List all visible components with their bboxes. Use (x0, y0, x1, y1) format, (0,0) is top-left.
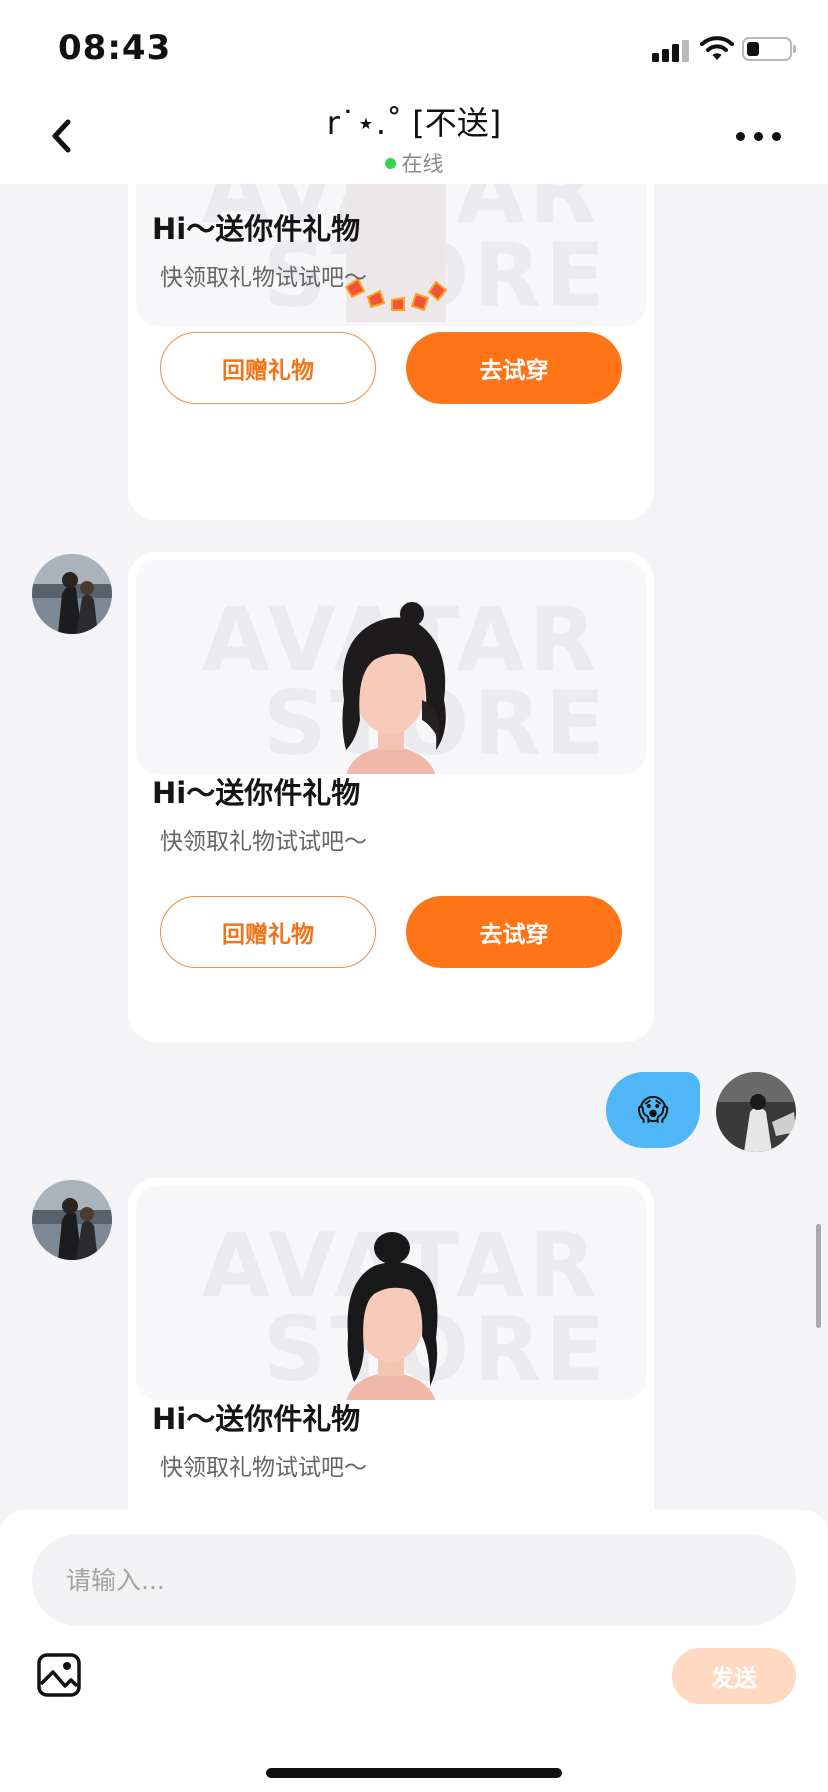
return-gift-button[interactable]: 回赠礼物 (160, 332, 376, 404)
more-options-button[interactable] (736, 130, 782, 144)
message-input-panel: 发送 (0, 1510, 828, 1792)
gift-title: Hi～送你件礼物 (152, 776, 361, 810)
gift-title: Hi～送你件礼物 (152, 212, 361, 246)
wifi-icon (700, 36, 734, 60)
online-status-label: 在线 (401, 152, 444, 176)
image-picker-icon[interactable] (36, 1652, 82, 1698)
message-input[interactable] (32, 1534, 796, 1626)
try-on-button[interactable]: 去试穿 (406, 896, 622, 968)
chat-message-list[interactable]: AVATARSTORE Hi～送你件礼物 快领取礼物试试吧～ 回赠礼物 去试穿 (0, 184, 828, 1510)
return-gift-button[interactable]: 回赠礼物 (160, 896, 376, 968)
battery-icon (742, 37, 796, 61)
gift-preview-image[interactable]: AVATARSTORE (136, 560, 646, 774)
online-dot-icon (384, 157, 396, 169)
my-avatar[interactable] (716, 1072, 796, 1152)
chat-title: r˙⋆.˚ [不送] (326, 104, 502, 142)
gift-card: AVATARSTORE Hi～送你件礼物 快领取礼物试试吧～ (128, 1178, 654, 1510)
gift-item-image (342, 602, 446, 774)
online-status: 在线 (0, 148, 828, 178)
emoji-message-bubble[interactable]: 😱 (606, 1072, 700, 1148)
contact-avatar[interactable] (32, 1180, 112, 1260)
gift-preview-image[interactable]: AVATARSTORE (136, 1186, 646, 1400)
gift-card: AVATARSTORE Hi～送你件礼物 快领取礼物试试吧～ 回赠礼物 去试穿 (128, 552, 654, 1042)
gift-card: AVATARSTORE Hi～送你件礼物 快领取礼物试试吧～ 回赠礼物 去试穿 (128, 184, 654, 520)
home-indicator (266, 1768, 562, 1778)
gift-subtitle: 快领取礼物试试吧～ (160, 829, 367, 855)
gift-item-image (344, 184, 448, 322)
status-bar: 08:43 (0, 0, 828, 86)
send-button[interactable]: 发送 (672, 1648, 796, 1704)
gift-subtitle: 快领取礼物试试吧～ (160, 265, 367, 291)
try-on-button[interactable]: 去试穿 (406, 332, 622, 404)
status-time: 08:43 (58, 28, 172, 68)
emoji-content: 😱 (637, 1092, 669, 1128)
chat-header: r˙⋆.˚ [不送] 在线 (0, 86, 828, 184)
scrollbar[interactable] (816, 1224, 821, 1328)
gift-title: Hi～送你件礼物 (152, 1402, 361, 1436)
gift-subtitle: 快领取礼物试试吧～ (160, 1455, 367, 1481)
cellular-signal-icon (652, 40, 692, 62)
gift-item-image (346, 1232, 438, 1400)
contact-avatar[interactable] (32, 554, 112, 634)
